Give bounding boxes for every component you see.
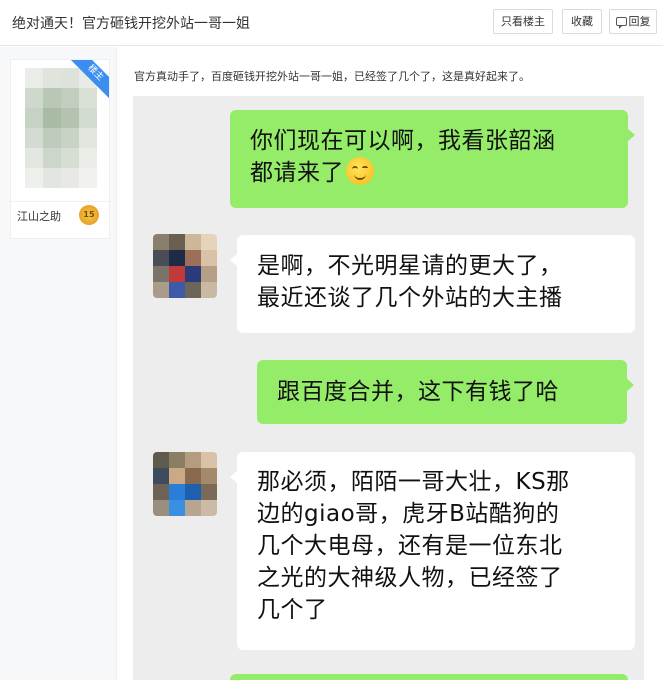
avatar[interactable] [25, 68, 97, 188]
author-sidebar: 楼主 江山之助 15 [0, 47, 117, 680]
post-body-text: 官方真动手了，百度砸钱开挖外站一哥一姐，已经签了几个了，这是真好起来了。 [134, 70, 530, 83]
grin-emoji-icon [346, 157, 374, 185]
chat-line: 你们现在可以啊，我看张韶涵 [250, 128, 556, 154]
chat-bubble-received: 是啊，不光明星请的更大了， 最近还谈了几个外站的大主播 [230, 235, 635, 333]
thread-title: 绝对通天！官方砸钱开挖外站一哥一姐 [12, 16, 250, 32]
chat-bubble-sent: 跟百度合并，这下有钱了哈 [257, 360, 634, 424]
reply-button[interactable]: 回复 [609, 9, 657, 34]
chat-line: 跟百度合并，这下有钱了哈 [277, 379, 559, 405]
favorite-button[interactable]: 收藏 [562, 9, 602, 34]
chat-line: 边的giao哥，虎牙B站酷狗的 [257, 501, 560, 527]
chat-avatar [153, 452, 217, 516]
chat-bubble-sent: 你们现在可以啊，我看张韶涵 都请来了 [230, 110, 635, 208]
chat-line: 都请来了 [250, 160, 344, 186]
chat-line: 是啊，不光明星请的更大了， [257, 253, 563, 279]
reply-icon [615, 17, 627, 29]
chat-bubble-received: 那必须，陌陌一哥大壮，KS那 边的giao哥，虎牙B站酷狗的 几个大电母，还有是… [230, 452, 635, 650]
author-info: 江山之助 15 [11, 201, 109, 227]
chat-bubble-sent-partial [230, 674, 628, 680]
chat-line: 那必须，陌陌一哥大壮，KS那 [257, 469, 570, 495]
thread-header: 绝对通天！官方砸钱开挖外站一哥一姐 只看楼主 收藏 回复 [0, 0, 663, 46]
chat-line-with-emoji: 都请来了 [250, 157, 608, 189]
chat-line: 之光的大神级人物，已经签了 [257, 565, 563, 591]
chat-line: 最近还谈了几个外站的大主播 [257, 285, 563, 311]
only-op-button[interactable]: 只看楼主 [493, 9, 553, 34]
author-card: 楼主 江山之助 15 [10, 59, 110, 239]
chat-avatar [153, 234, 217, 298]
level-badge-icon: 15 [79, 205, 99, 225]
author-name[interactable]: 江山之助 [17, 208, 61, 224]
chat-line: 几个了 [257, 597, 328, 623]
reply-label: 回复 [628, 15, 651, 28]
chat-line: 几个大电母，还有是一位东北 [257, 533, 563, 559]
chat-screenshot: 你们现在可以啊，我看张韶涵 都请来了 是啊，不光明星请的更大了， 最近还谈了几个… [133, 96, 644, 680]
